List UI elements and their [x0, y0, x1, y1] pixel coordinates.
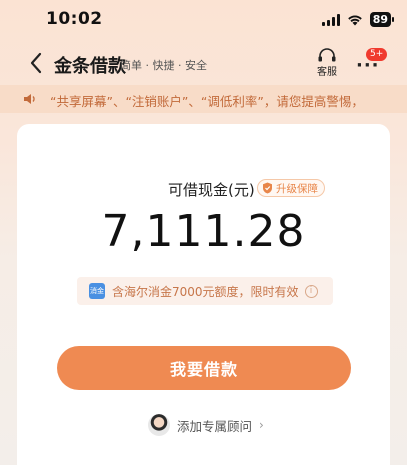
- haier-finance-logo-icon: 消金: [89, 283, 105, 299]
- shield-icon: [263, 182, 272, 194]
- chevron-right-icon: ›: [259, 418, 264, 432]
- page-title: 金条借款: [54, 56, 126, 77]
- nav-bar: 金条借款 简单 · 快捷 · 安全 客服 ··· 5+: [0, 44, 407, 82]
- speaker-icon: [24, 94, 35, 104]
- quota-text: 含海尔消金7000元额度，限时有效: [112, 284, 299, 299]
- customer-service-button[interactable]: 客服: [312, 47, 342, 79]
- status-icons: 89: [321, 12, 395, 27]
- back-arrow-icon[interactable]: [26, 50, 48, 76]
- amount-label: 可借现金(元): [168, 181, 255, 199]
- battery-icon: 89: [369, 12, 395, 27]
- borrow-button[interactable]: 我要借款: [57, 346, 351, 390]
- add-advisor-link[interactable]: 添加专属顾问 ›: [148, 414, 264, 436]
- info-icon[interactable]: i: [304, 284, 318, 298]
- notification-badge: 5+: [366, 48, 388, 61]
- available-amount: 7,111.28: [101, 206, 306, 257]
- more-button[interactable]: ··· 5+: [352, 48, 388, 76]
- advisor-avatar: [148, 414, 170, 436]
- page-subtitle: 简单 · 快捷 · 安全: [120, 59, 207, 72]
- notice-text: “共享屏幕”、“注销账户”、“调低利率”，请您提高警惕，: [50, 94, 364, 109]
- status-bar: 10:02 89: [0, 0, 407, 40]
- wifi-icon: [347, 15, 362, 25]
- quota-info-row[interactable]: 消金 含海尔消金7000元额度，限时有效 i: [77, 277, 333, 305]
- upgrade-protection-badge[interactable]: 升级保障: [257, 179, 325, 197]
- notice-bar: “共享屏幕”、“注销账户”、“调低利率”，请您提高警惕，: [0, 85, 407, 113]
- upgrade-badge-label: 升级保障: [276, 182, 318, 195]
- loan-card: 可借现金(元) 升级保障 7,111.28 消金 含海尔消金7000元额度，限时…: [17, 124, 390, 465]
- signal-icon: [321, 13, 340, 26]
- customer-service-label: 客服: [317, 67, 337, 78]
- status-time: 10:02: [46, 9, 103, 29]
- advisor-label: 添加专属顾问: [177, 418, 253, 434]
- more-icon: ···: [356, 55, 380, 76]
